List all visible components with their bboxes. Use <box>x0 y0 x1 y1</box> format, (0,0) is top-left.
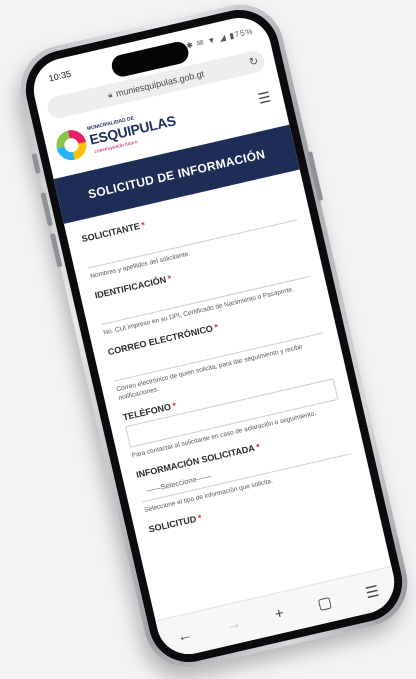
forward-arrow-icon[interactable]: → <box>224 614 242 634</box>
smartphone: 10:35 ✱ ✉ ▼ ◢ ▮75% 🔒︎ muniesquipulas.gob… <box>11 0 416 676</box>
status-time: 10:35 <box>47 68 72 84</box>
lock-icon: 🔒︎ <box>106 89 114 100</box>
back-arrow-icon[interactable]: ← <box>175 625 193 645</box>
required-mark: * <box>196 512 203 524</box>
reload-icon[interactable]: ↻ <box>248 54 260 69</box>
hamburger-menu-icon[interactable]: ☰ <box>256 88 272 107</box>
menu-lines-icon[interactable]: ☰ <box>364 582 381 603</box>
required-mark: * <box>171 400 178 411</box>
required-mark: * <box>255 441 262 453</box>
new-tab-plus-icon[interactable]: + <box>273 604 285 623</box>
required-mark: * <box>166 273 173 284</box>
required-mark: * <box>140 219 147 231</box>
scene: 10:35 ✱ ✉ ▼ ◢ ▮75% 🔒︎ muniesquipulas.gob… <box>0 0 416 679</box>
status-icons: ✱ ✉ ▼ ◢ ▮75% <box>185 26 255 51</box>
logo-emblem-icon <box>53 127 90 164</box>
required-mark: * <box>213 321 220 333</box>
solicitud-label: SOLICITUD <box>147 513 198 535</box>
tabs-square-icon[interactable]: ▢ <box>316 593 334 614</box>
